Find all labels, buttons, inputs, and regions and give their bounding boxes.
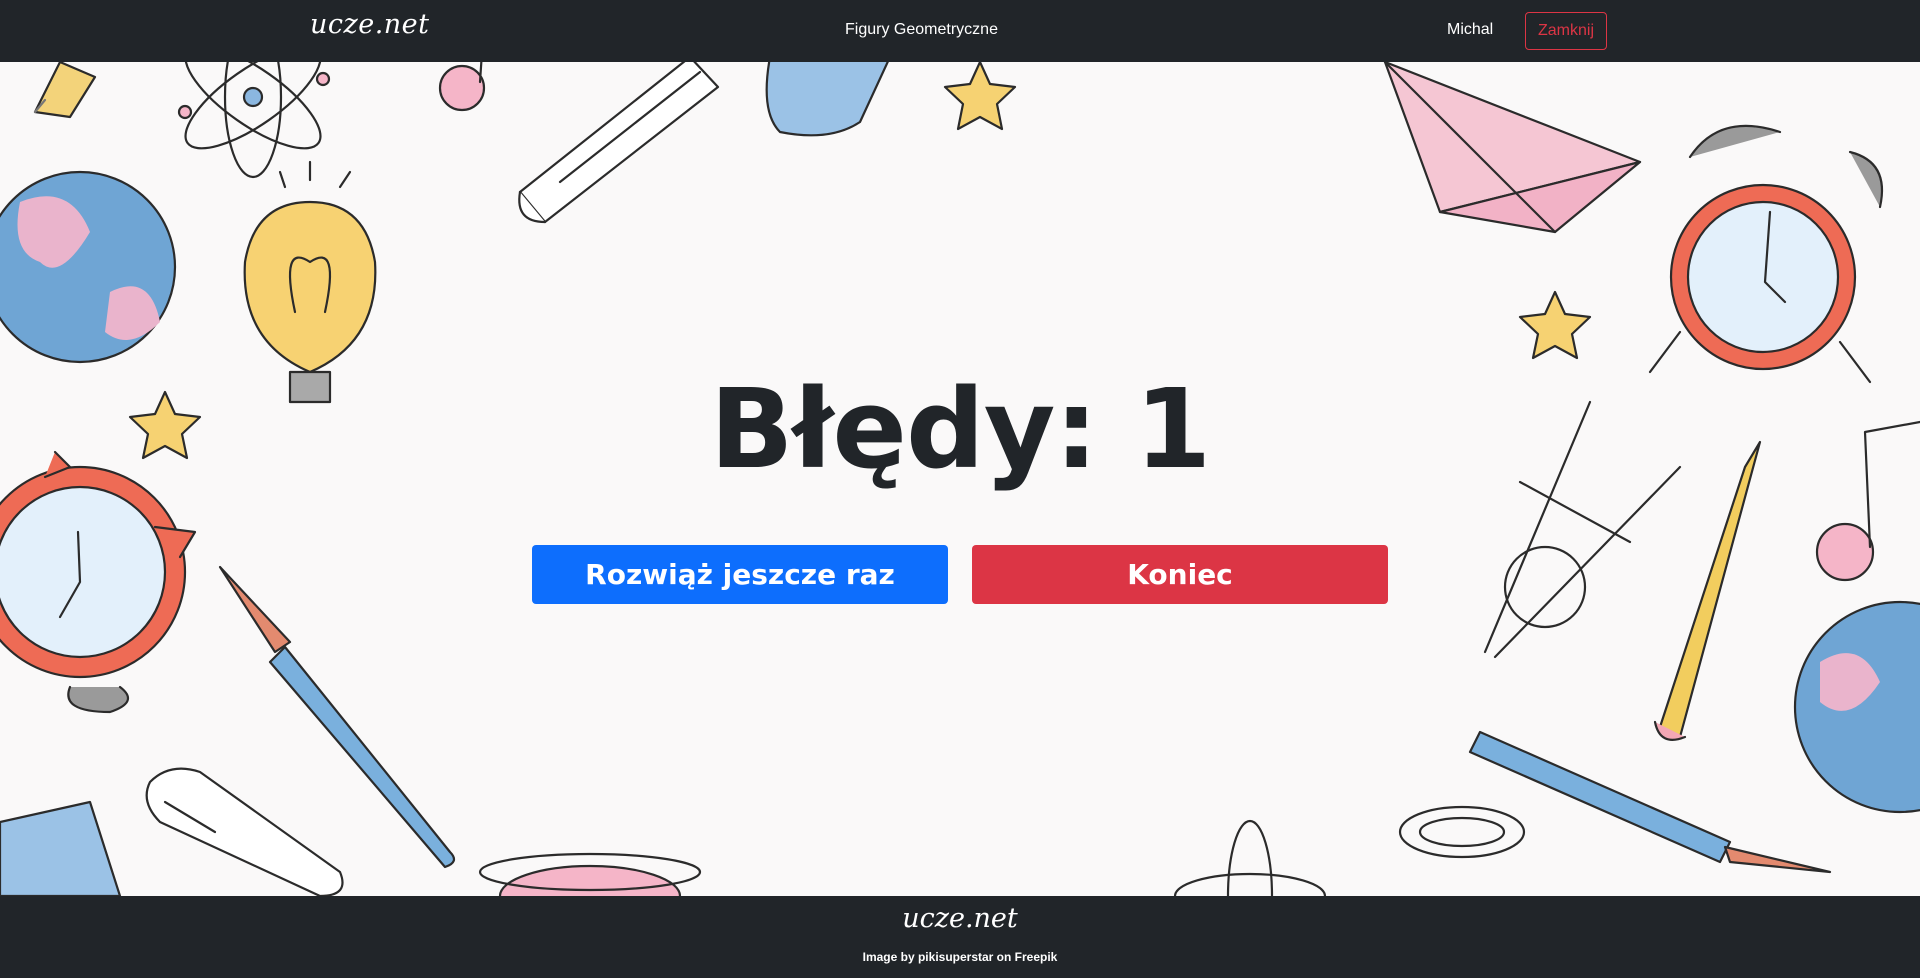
star-icon [1518,290,1592,360]
user-name: Michal [1447,21,1494,38]
footer: ucze.net Image by pikisuperstar on Freep… [0,896,1920,978]
globe-icon [1793,600,1920,814]
end-button[interactable]: Koniec [972,545,1388,604]
retry-button[interactable]: Rozwiąż jeszcze raz [532,545,948,604]
music-note-icon [438,62,486,112]
notebook-icon [0,800,122,896]
planet-icon [478,852,702,896]
alarm-clock-icon [1648,124,1884,384]
paper-plane-icon [1383,62,1642,234]
atom-icon [177,62,331,179]
atom-icon [1173,819,1327,896]
image-credit[interactable]: Image by pikisuperstar on Freepik [0,950,1920,964]
pencil-icon [518,62,720,224]
paper-clip-icon [1398,805,1526,859]
errors-result-heading: Błędy: 1 [709,365,1212,493]
close-button[interactable]: Zamknij [1525,12,1607,50]
star-icon [943,62,1017,131]
pencil-icon [33,62,97,119]
globe-icon [0,170,177,364]
eraser-icon [765,62,889,137]
paint-brush-icon [1468,730,1832,874]
top-navbar: ucze.net Figury Geometryczne Michal Zamk… [0,0,1920,62]
footer-logo: ucze.net [902,903,1018,934]
eraser-icon [145,767,344,896]
